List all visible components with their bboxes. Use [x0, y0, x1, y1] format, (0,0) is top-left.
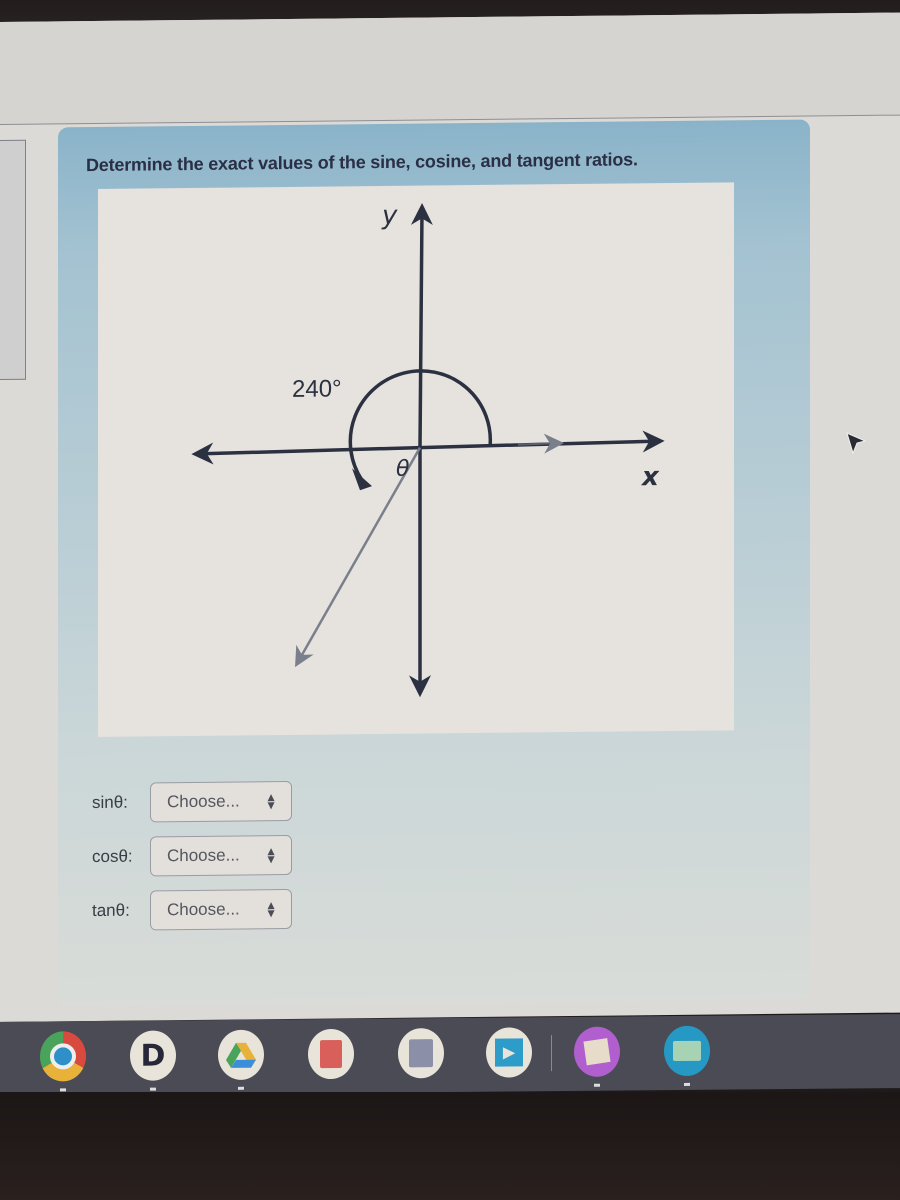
sin-label: sinθ: — [92, 792, 128, 813]
cos-select[interactable]: Choose... ▲ ▼ — [150, 834, 292, 877]
answer-row-tan: tanθ: Choose... ▲ ▼ — [92, 883, 292, 937]
drive-triangle-icon — [226, 1042, 256, 1068]
running-indicator — [684, 1082, 690, 1086]
updown-arrows-icon: ▲ ▼ — [265, 789, 277, 813]
play-icon: ▶ — [502, 1044, 516, 1062]
angle-diagram: y x 240° θ — [191, 201, 665, 698]
running-indicator — [150, 1087, 156, 1091]
folder-shape — [673, 1040, 701, 1062]
tan-label: tanθ: — [92, 900, 130, 921]
updown-arrows-icon: ▲ ▼ — [265, 843, 277, 867]
tan-select-value: Choose... — [167, 899, 240, 920]
updown-arrows-icon: ▲ ▼ — [265, 897, 277, 921]
running-indicator — [594, 1083, 600, 1087]
top-bar — [0, 12, 900, 126]
x-axis-label: x — [640, 462, 660, 492]
running-indicator — [60, 1088, 66, 1092]
d-letter: D — [140, 1037, 166, 1074]
play-app-icon[interactable]: ▶ — [486, 1027, 532, 1078]
shelf: D ▶ — [0, 1014, 900, 1096]
blue-square: ▶ — [495, 1038, 523, 1067]
sin-select[interactable]: Choose... ▲ ▼ — [150, 780, 292, 823]
question-card: Determine the exact values of the sine, … — [58, 119, 810, 1008]
angle-arc-arrowhead — [352, 468, 372, 491]
gray-doc-icon[interactable] — [398, 1028, 444, 1079]
x-axis-negative — [191, 442, 421, 465]
y-axis-positive — [410, 202, 433, 448]
tan-select[interactable]: Choose... ▲ ▼ — [150, 888, 292, 931]
red-doc-icon[interactable] — [308, 1028, 354, 1080]
cos-select-value: Choose... — [167, 845, 240, 866]
sticky-note-shape — [583, 1038, 611, 1066]
red-document-shape — [320, 1039, 342, 1069]
y-axis-label: y — [381, 201, 398, 231]
angle-figure: y x 240° θ — [98, 182, 734, 737]
answer-form: sinθ: Choose... ▲ ▼ cosθ: Choose... ▲ ▼ ta… — [92, 775, 292, 939]
x-axis-mid-arrow — [517, 433, 564, 454]
answer-row-cos: cosθ: Choose... ▲ ▼ — [92, 829, 292, 883]
d-app-icon[interactable]: D — [130, 1030, 176, 1091]
gray-document-shape — [409, 1039, 433, 1068]
shelf-separator — [551, 1035, 552, 1072]
mouse-cursor-icon — [846, 432, 867, 455]
running-indicator — [238, 1086, 244, 1090]
screen: Determine the exact values of the sine, … — [0, 12, 900, 1022]
drive-icon[interactable] — [218, 1029, 264, 1090]
sin-select-value: Choose... — [167, 791, 240, 812]
files-icon[interactable] — [664, 1025, 710, 1086]
answer-row-sin: sinθ: Choose... ▲ ▼ — [92, 775, 292, 829]
angle-label: 240° — [292, 375, 342, 403]
side-panel[interactable] — [0, 139, 26, 381]
question-prompt: Determine the exact values of the sine, … — [86, 149, 638, 176]
device-bezel-bottom — [0, 1092, 900, 1200]
cos-label: cosθ: — [92, 846, 133, 867]
theta-label: θ — [396, 457, 410, 482]
purple-app-icon[interactable] — [574, 1026, 620, 1087]
chrome-icon[interactable] — [40, 1031, 86, 1092]
